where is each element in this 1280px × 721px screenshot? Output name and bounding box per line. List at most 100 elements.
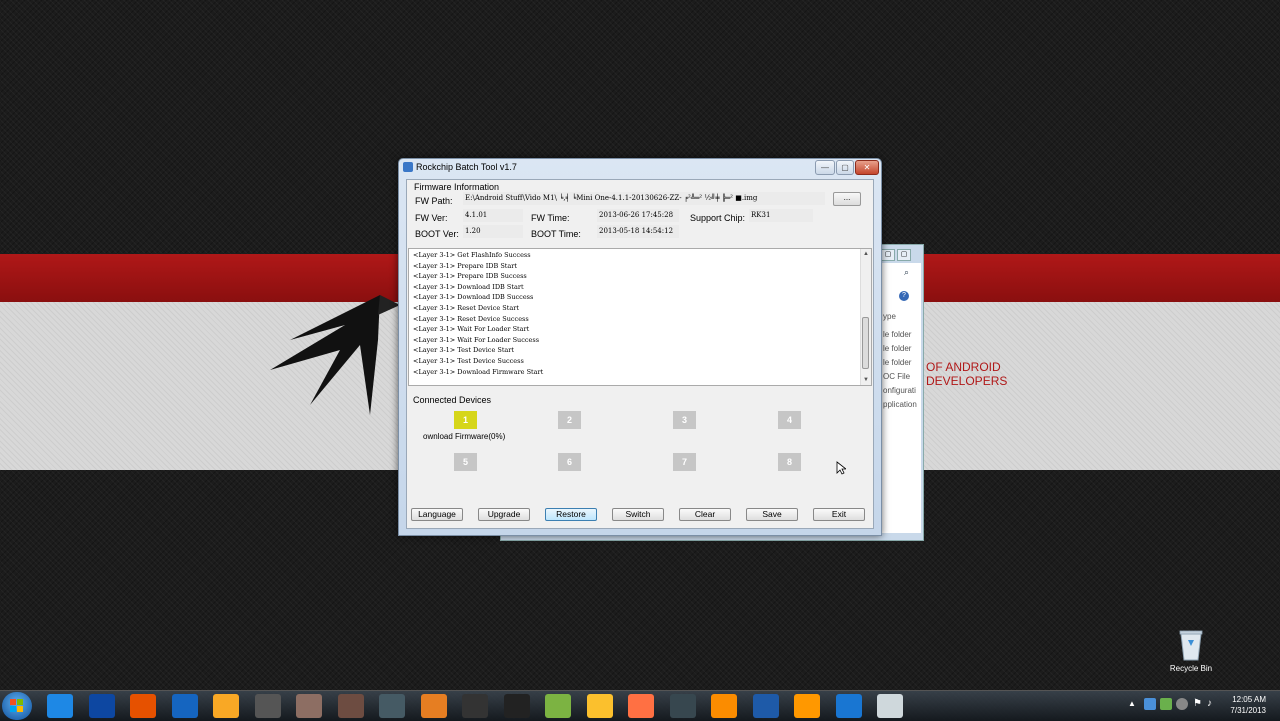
tray-sync-icon[interactable] (1176, 698, 1188, 710)
device-slot-7[interactable]: 7 (673, 453, 696, 471)
bg-search-icon[interactable]: ⌕ (904, 267, 909, 278)
device-slot-4[interactable]: 4 (778, 411, 801, 429)
language-button[interactable]: Language (411, 508, 463, 521)
rockchip-batch-tool-window[interactable]: Rockchip Batch Tool v1.7 — ▢ ✕ Firmware … (398, 158, 882, 536)
bg-minimize-button[interactable]: ▢ (881, 249, 895, 261)
restore-button[interactable]: Restore (545, 508, 597, 521)
flag-icon[interactable]: ⚑ (1193, 698, 1202, 709)
scroll-thumb[interactable] (862, 317, 869, 369)
browse-button[interactable]: ... (833, 192, 861, 206)
tray-app-icon[interactable] (1144, 698, 1156, 710)
wallpaper-text: OF ANDROID DEVELOPERS (926, 360, 1007, 388)
player-icon[interactable] (794, 694, 820, 718)
support-chip-label: Support Chip: (690, 213, 746, 223)
vlc-icon[interactable] (586, 694, 613, 718)
device-slot-6[interactable]: 6 (558, 453, 581, 471)
app-icon (403, 162, 413, 172)
save-button[interactable]: Save (746, 508, 798, 521)
log-line: <Layer 3-1> Download IDB Success (413, 293, 534, 302)
media-icon[interactable] (711, 694, 737, 718)
scroll-up-arrow-icon[interactable]: ▲ (861, 249, 871, 259)
wallpaper-text-line2: DEVELOPERS (926, 374, 1008, 388)
device-slot-1[interactable]: 1 (454, 411, 477, 429)
support-chip-field[interactable]: RK31 (749, 209, 813, 222)
log-scrollbar[interactable]: ▲ ▼ (860, 249, 871, 385)
device-1-status: ownload Firmware(0%) (423, 432, 506, 441)
switch-button[interactable]: Switch (612, 508, 664, 521)
basketball-icon[interactable] (420, 694, 447, 718)
maximize-button[interactable]: ▢ (836, 160, 854, 175)
gamepad-icon[interactable] (254, 694, 281, 718)
bg-row: le folder (883, 358, 912, 367)
steam-icon[interactable] (669, 694, 696, 718)
dragon-logo (270, 295, 400, 415)
log-line: <Layer 3-1> Reset Device Start (413, 303, 519, 312)
tray-network-icon[interactable] (1160, 698, 1172, 710)
taskbar: ▲ ⚑ ♪ 12:05 AM 7/31/2013 (0, 690, 1280, 721)
title-bar[interactable]: Rockchip Batch Tool v1.7 — ▢ ✕ (399, 159, 881, 177)
recycle-bin-label[interactable]: Recycle Bin (1163, 664, 1219, 673)
diablo-icon[interactable] (337, 694, 364, 718)
help-icon[interactable]: ? (899, 291, 909, 301)
bg-row: ype (883, 312, 896, 321)
log-line: <Layer 3-1> Test Device Start (413, 346, 515, 355)
clock-time: 12:05 AM (1232, 695, 1266, 704)
log-line: <Layer 3-1> Get FlashInfo Success (413, 251, 531, 259)
log-line: <Layer 3-1> Reset Device Success (413, 314, 529, 323)
connected-devices-label: Connected Devices (413, 395, 492, 405)
device-slot-3[interactable]: 3 (673, 411, 696, 429)
volume-icon[interactable]: ♪ (1207, 698, 1212, 709)
boot-ver-label: BOOT Ver: (415, 229, 459, 239)
notepad-icon[interactable] (545, 694, 571, 718)
device-slot-2[interactable]: 2 (558, 411, 581, 429)
fw-ver-field[interactable]: 4.1.01 (463, 209, 523, 222)
device-slot-5[interactable]: 5 (454, 453, 477, 471)
log-line: <Layer 3-1> Prepare IDB Start (413, 261, 517, 270)
bg-maximize-button[interactable]: ▢ (897, 249, 911, 261)
juventus-icon[interactable] (503, 694, 530, 718)
appstore-icon[interactable] (171, 694, 198, 718)
log-line: <Layer 3-1> Prepare IDB Success (413, 272, 527, 281)
bg-row: OC File (883, 372, 911, 381)
log-line: <Layer 3-1> Wait For Loader Start (413, 325, 530, 334)
boot-ver-field[interactable]: 1.20 (463, 225, 523, 238)
checklist-icon[interactable] (752, 694, 779, 718)
log-line: <Layer 3-1> Test Device Success (413, 356, 524, 365)
batchtool-icon[interactable] (877, 694, 903, 718)
exit-button[interactable]: Exit (813, 508, 865, 521)
maxthon-icon[interactable] (88, 694, 115, 718)
clock-date: 7/31/2013 (1230, 706, 1266, 715)
ie-icon[interactable] (47, 694, 73, 718)
starcraft-icon[interactable] (379, 694, 405, 718)
minimize-button[interactable]: — (815, 160, 835, 175)
bg-row: le folder (883, 344, 912, 353)
game-icon[interactable] (462, 694, 488, 718)
wallpaper-text-line1: OF ANDROID (926, 360, 1001, 374)
window-title: Rockchip Batch Tool v1.7 (416, 162, 517, 172)
download-icon[interactable] (835, 694, 862, 718)
fw-time-field[interactable]: 2013-06-26 17:45:28 (597, 209, 679, 222)
firefox-icon[interactable] (130, 694, 156, 718)
mouse-cursor-icon (836, 461, 846, 475)
close-button[interactable]: ✕ (855, 160, 879, 175)
fw-ver-label: FW Ver: (415, 213, 448, 223)
system-clock[interactable]: 12:05 AM 7/31/2013 (1222, 694, 1266, 716)
device-slot-8[interactable]: 8 (778, 453, 801, 471)
recycle-bin-icon[interactable] (1176, 628, 1206, 662)
origin-icon[interactable] (628, 694, 654, 718)
show-hidden-icons-icon[interactable]: ▲ (1128, 699, 1136, 708)
boot-time-field[interactable]: 2013-05-18 14:54:12 (597, 225, 679, 238)
explorer-icon[interactable] (213, 694, 239, 718)
clear-button[interactable]: Clear (679, 508, 731, 521)
fw-path-field[interactable]: E:\Android Stuff\Vido M1\ ╘,╡ ╘Mini One-… (463, 192, 825, 205)
upgrade-button[interactable]: Upgrade (478, 508, 530, 521)
log-line: <Layer 3-1> Download IDB Start (413, 282, 524, 291)
log-output[interactable]: <Layer 3-1> Get FlashInfo Success <Layer… (408, 248, 872, 386)
scroll-down-arrow-icon[interactable]: ▼ (861, 375, 871, 385)
firmware-group-label: Firmware Information (414, 182, 500, 192)
start-button[interactable] (2, 692, 32, 720)
league-icon[interactable] (296, 694, 322, 718)
window-client-area: Firmware Information FW Path: E:\Android… (406, 179, 874, 529)
boot-time-label: BOOT Time: (531, 229, 581, 239)
log-line: <Layer 3-1> Download Firmware Start (413, 367, 544, 376)
